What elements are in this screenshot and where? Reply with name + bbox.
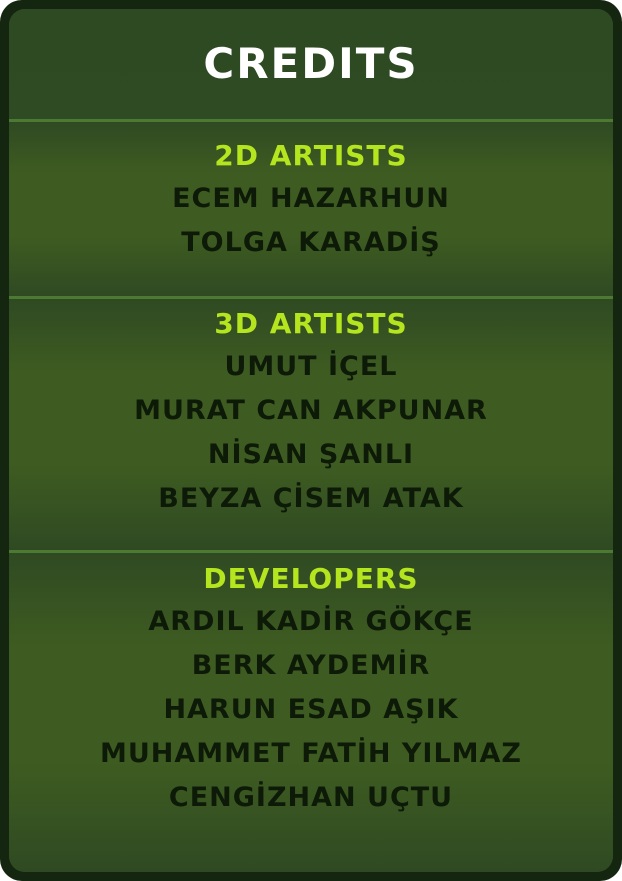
- credit-name: CENGİZHAN UÇTU: [168, 782, 454, 813]
- credit-name: ARDIL KADİR GÖKÇE: [148, 606, 474, 637]
- section-heading-3d-artists: 3D ARTISTS: [214, 307, 408, 340]
- credits-panel-inner: CREDITS 2D ARTISTS ECEM HAZARHUN TOLGA K…: [9, 9, 613, 872]
- section-2d-artists: 2D ARTISTS ECEM HAZARHUN TOLGA KARADİŞ: [9, 122, 613, 296]
- section-heading-developers: DEVELOPERS: [203, 562, 419, 595]
- credit-name: MURAT CAN AKPUNAR: [134, 395, 488, 426]
- credits-header: CREDITS: [9, 9, 613, 119]
- section-3d-artists: 3D ARTISTS UMUT İÇEL MURAT CAN AKPUNAR N…: [9, 299, 613, 550]
- credit-name: BERK AYDEMİR: [191, 650, 431, 681]
- credit-name: BEYZA ÇİSEM ATAK: [158, 483, 464, 514]
- credits-title: CREDITS: [203, 39, 419, 88]
- credit-name: HARUN ESAD AŞIK: [163, 694, 459, 725]
- credits-panel: CREDITS 2D ARTISTS ECEM HAZARHUN TOLGA K…: [0, 0, 622, 881]
- credit-name: TOLGA KARADİŞ: [181, 227, 441, 258]
- section-heading-2d-artists: 2D ARTISTS: [214, 139, 408, 172]
- section-developers: DEVELOPERS ARDIL KADİR GÖKÇE BERK AYDEMİ…: [9, 553, 613, 872]
- credit-name: MUHAMMET FATİH YILMAZ: [99, 738, 523, 769]
- credit-name: UMUT İÇEL: [224, 351, 398, 382]
- credit-name: ECEM HAZARHUN: [172, 183, 450, 214]
- credit-name: NİSAN ŞANLI: [207, 439, 415, 470]
